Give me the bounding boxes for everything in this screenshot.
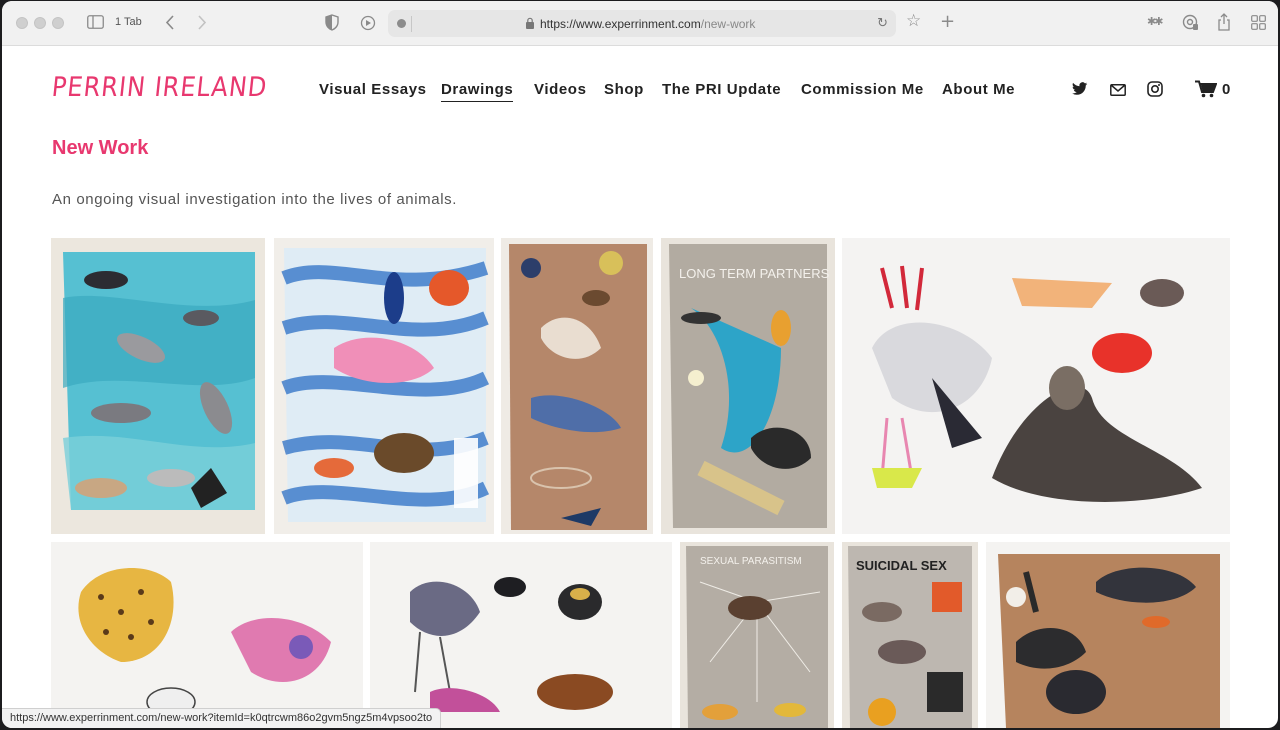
bookmark-star-icon[interactable]: ☆ <box>906 13 921 30</box>
zoom-window-button[interactable] <box>52 17 64 29</box>
nav-about-me[interactable]: About Me <box>942 81 1015 98</box>
nav-visual-essays[interactable]: Visual Essays <box>319 81 427 98</box>
new-tab-plus-icon[interactable]: + <box>940 13 955 31</box>
gallery-tile-insects-brown[interactable] <box>501 238 653 534</box>
nav-shop[interactable]: Shop <box>604 81 644 98</box>
page-status-icon <box>397 19 406 28</box>
gallery-tile-sexual-parasitism[interactable]: SEXUAL PARASITISM <box>680 542 834 728</box>
email-icon[interactable] <box>1110 84 1126 96</box>
browser-window: 1 Tab https://www.experrinment.com/new-w… <box>2 1 1278 728</box>
artwork-crabs <box>274 238 494 534</box>
account-icon[interactable] <box>1182 14 1199 31</box>
artwork-hyenas-octopus <box>51 542 363 728</box>
reload-icon[interactable]: ↻ <box>877 16 888 31</box>
gallery-tile-cranes-elephant-seal[interactable] <box>842 238 1230 534</box>
minimize-window-button[interactable] <box>34 17 46 29</box>
artwork-long-term-partners: LONG TERM PARTNERS <box>661 238 835 534</box>
cart-count[interactable]: 0 <box>1222 81 1230 98</box>
artwork-cranes-elephant-seal <box>842 238 1230 534</box>
gallery-tile-hyenas-octopus[interactable] <box>51 542 363 728</box>
nav-drawings[interactable]: Drawings <box>441 81 514 102</box>
artwork-sexual-parasitism: SEXUAL PARASITISM <box>680 542 834 728</box>
twitter-icon[interactable] <box>1072 82 1088 96</box>
privacy-shield-icon[interactable] <box>325 14 339 31</box>
instagram-icon[interactable] <box>1147 81 1163 97</box>
tab-overview-icon[interactable] <box>1251 15 1266 30</box>
nav-commission-me[interactable]: Commission Me <box>801 81 924 98</box>
artwork-title-suicidal-sex: SUICIDAL SEX <box>856 558 947 573</box>
cart-icon[interactable] <box>1195 80 1217 98</box>
browser-toolbar: 1 Tab https://www.experrinment.com/new-w… <box>2 1 1278 46</box>
url-host: https://www.experrinment.com <box>540 17 701 31</box>
artwork-title-long-term-partners: LONG TERM PARTNERS <box>679 266 830 281</box>
nav-pri-update[interactable]: The PRI Update <box>662 81 781 98</box>
tab-count-label[interactable]: 1 Tab <box>115 16 142 28</box>
gallery-tile-suicidal-sex[interactable]: SUICIDAL SEX <box>842 542 978 728</box>
artwork-cranes-beetles <box>370 542 672 728</box>
gallery-tile-long-term-partners[interactable]: LONG TERM PARTNERS <box>661 238 835 534</box>
share-icon[interactable] <box>1217 13 1231 31</box>
artwork-suicidal-sex: SUICIDAL SEX <box>842 542 978 728</box>
artwork-title-sexual-parasitism: SEXUAL PARASITISM <box>700 556 802 567</box>
page-title: New Work <box>52 137 149 159</box>
address-divider <box>411 16 412 32</box>
gallery-tile-crabs[interactable] <box>274 238 494 534</box>
link-hover-status: https://www.experrinment.com/new-work?it… <box>2 708 442 728</box>
back-icon[interactable] <box>165 15 175 30</box>
nav-videos[interactable]: Videos <box>534 81 587 98</box>
url-text: https://www.experrinment.com/new-work <box>540 17 755 31</box>
extensions-icon[interactable]: ✱✱ <box>1147 16 1164 27</box>
lock-icon <box>526 17 534 29</box>
forward-icon[interactable] <box>197 15 207 30</box>
gallery-tile-cranes-beetles[interactable] <box>370 542 672 728</box>
artwork-insects-brown <box>501 238 653 534</box>
gallery-tile-anglerfish[interactable] <box>986 542 1230 728</box>
url-path: /new-work <box>700 17 756 31</box>
artwork-anglerfish <box>986 542 1230 728</box>
extension-icon[interactable] <box>360 15 376 31</box>
gallery-tile-seals[interactable] <box>51 238 265 534</box>
sidebar-icon[interactable] <box>87 15 104 29</box>
site-logo[interactable]: PERRIN IRELAND <box>50 71 269 102</box>
page-description: An ongoing visual investigation into the… <box>52 191 458 208</box>
address-bar[interactable]: https://www.experrinment.com/new-work ↻ <box>388 10 896 37</box>
close-window-button[interactable] <box>16 17 28 29</box>
artwork-seals <box>51 238 265 534</box>
